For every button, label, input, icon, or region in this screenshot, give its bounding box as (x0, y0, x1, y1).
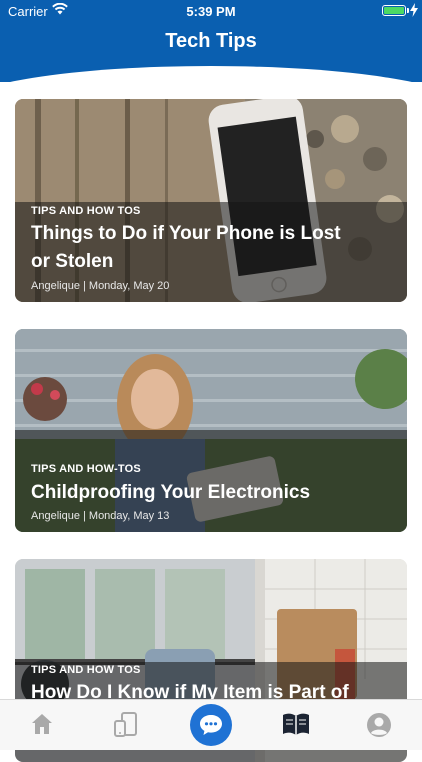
article-title: Things to Do if Your Phone is Lost or St… (31, 220, 391, 276)
devices-icon (114, 712, 137, 737)
article-title-line: Things to Do if Your Phone is Lost (31, 223, 341, 244)
tab-bar (0, 699, 422, 750)
article-category: TIPS AND HOW-TOS (31, 463, 141, 475)
clock: 5:39 PM (186, 4, 236, 19)
chat-icon (200, 715, 222, 735)
chat-button[interactable] (190, 704, 232, 746)
profile-icon (367, 713, 391, 737)
battery-icon (382, 5, 406, 16)
article-meta: Angelique | Monday, May 20 (31, 280, 170, 292)
status-bar: Carrier 5:39 PM (0, 0, 422, 22)
article-card[interactable]: TIPS AND HOW TOS Things to Do if Your Ph… (15, 99, 407, 302)
article-title: Childproofing Your Electronics (31, 479, 391, 507)
book-icon (283, 713, 309, 735)
page-title: Tech Tips (165, 30, 257, 52)
tab-tech-tips[interactable] (252, 700, 336, 750)
article-category: TIPS AND HOW TOS (31, 205, 141, 217)
article-meta: Angelique | Monday, May 13 (31, 510, 170, 522)
article-title-line: Childproofing Your Electronics (31, 482, 311, 503)
article-category: TIPS AND HOW TOS (31, 664, 141, 676)
home-icon (32, 714, 52, 734)
tab-home[interactable] (0, 700, 84, 750)
tab-devices[interactable] (84, 700, 168, 750)
article-title-line: or Stolen (31, 251, 114, 272)
charging-icon (410, 3, 418, 17)
tab-profile[interactable] (336, 700, 420, 750)
article-card[interactable]: TIPS AND HOW-TOS Childproofing Your Elec… (15, 329, 407, 532)
app-header: Carrier 5:39 PM Tech Tips (0, 0, 422, 82)
